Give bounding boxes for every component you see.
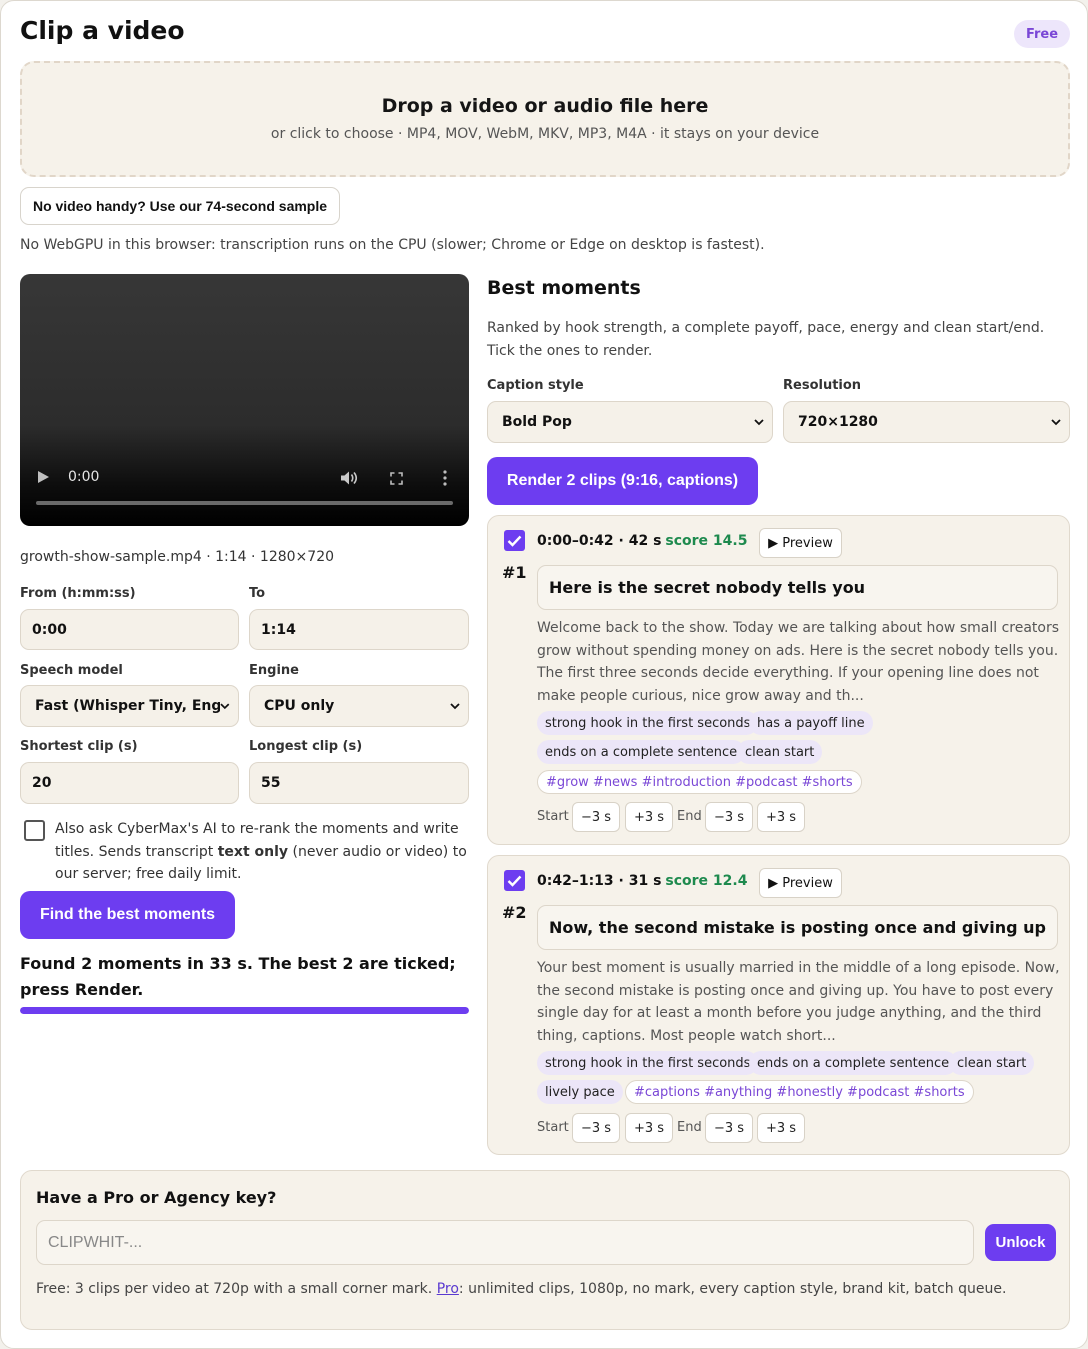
best-moments-title: Best moments [487,277,641,299]
use-sample-button[interactable]: No video handy? Use our 74-second sample [20,187,340,225]
pro-key-title: Have a Pro or Agency key? [36,1188,277,1207]
chevron-down-icon [220,702,230,709]
end-label: End [677,809,702,824]
progress-fill [20,1007,469,1014]
status-message: Found 2 moments in 33 s. The best 2 are … [20,954,456,999]
speech-model-select[interactable]: Fast (Whisper Tiny, Engl [20,685,239,727]
end-minus-button[interactable]: −3 s [705,1113,753,1143]
clip-rank: #2 [502,903,527,922]
more-options-icon[interactable] [443,470,447,486]
reason-tag: lively pace [537,1080,623,1104]
start-minus-button[interactable]: −3 s [572,1113,620,1143]
shortest-clip-label: Shortest clip (s) [20,739,138,754]
video-player[interactable]: 0:00 [20,274,469,526]
end-minus-button[interactable]: −3 s [705,802,753,832]
clip-score: score 14.5 [665,533,748,549]
clip-rank: #1 [502,563,527,582]
checkmark-icon [507,535,522,547]
start-plus-button[interactable]: +3 s [625,1113,673,1143]
preview-button[interactable]: ▶ Preview [759,528,842,558]
longest-clip-label: Longest clip (s) [249,739,363,754]
resolution-select[interactable]: 720×1280 [783,401,1070,443]
reason-tag: has a payoff line [749,711,873,735]
to-label: To [249,586,266,601]
find-moments-button[interactable]: Find the best moments [20,891,235,939]
reason-tag: clean start [737,740,823,764]
clip-time-range: 0:00–0:42 · 42 s score 14.5 [537,533,748,549]
longest-clip-input[interactable]: 55 [249,762,469,804]
ai-rerank-description: Also ask CyberMax's AI to re-rank the mo… [55,821,467,882]
caption-style-value: Bold Pop [502,414,572,430]
reason-tag: strong hook in the first seconds [537,711,759,735]
current-time: 0:00 [68,469,100,485]
webgpu-note: No WebGPU in this browser: transcription… [20,237,765,253]
start-plus-button[interactable]: +3 s [625,802,673,832]
reason-tag: strong hook in the first seconds [537,1051,759,1075]
speech-model-value: Fast (Whisper Tiny, Engl [35,698,221,714]
license-key-input[interactable]: CLIPWHIT-... [36,1220,974,1265]
to-input[interactable]: 1:14 [249,609,469,650]
page-title: Clip a video [20,16,185,45]
start-label: Start [537,1120,569,1135]
volume-icon[interactable] [340,470,358,486]
caption-style-select[interactable]: Bold Pop [487,401,773,443]
file-dropzone[interactable]: Drop a video or audio file here or click… [20,61,1070,177]
reason-tag: clean start [949,1051,1035,1075]
start-label: Start [537,809,569,824]
clip-title-input[interactable]: Here is the secret nobody tells you [537,565,1058,610]
engine-select[interactable]: CPU only [249,685,469,727]
clip-select-checkbox[interactable] [504,530,525,551]
play-icon[interactable] [38,471,49,483]
clip-transcript-excerpt: Welcome back to the show. Today we are t… [537,620,1060,704]
pro-key-panel: Have a Pro or Agency key? CLIPWHIT-... U… [20,1170,1070,1330]
resolution-label: Resolution [783,378,862,393]
ai-rerank-checkbox[interactable] [24,820,45,841]
plan-comparison-note: Free: 3 clips per video at 720p with a s… [36,1281,1007,1297]
start-minus-button[interactable]: −3 s [572,802,620,832]
reason-tag: ends on a complete sentence [537,740,746,764]
fullscreen-icon[interactable] [390,472,403,485]
clip-title-input[interactable]: Now, the second mistake is posting once … [537,905,1058,950]
clip-card: #2 0:42–1:13 · 31 s score 12.4 ▶ Preview … [487,855,1070,1155]
preview-button[interactable]: ▶ Preview [759,868,842,898]
analysis-progress-bar [20,1007,469,1014]
clip-select-checkbox[interactable] [504,870,525,891]
pro-link[interactable]: Pro [437,1281,459,1297]
end-label: End [677,1120,702,1135]
clip-transcript-excerpt: Your best moment is usually married in t… [537,960,1060,1044]
speech-model-label: Speech model [20,663,123,678]
hashtags: #grow #news #introduction #podcast #shor… [537,770,862,794]
file-info: growth-show-sample.mp4 · 1:14 · 1280×720 [20,549,335,565]
chevron-down-icon [450,702,460,709]
resolution-value: 720×1280 [798,414,878,430]
end-plus-button[interactable]: +3 s [757,1113,805,1143]
chevron-down-icon [754,418,764,425]
from-label: From (h:mm:ss) [20,586,136,601]
caption-style-label: Caption style [487,378,584,393]
shortest-clip-input[interactable]: 20 [20,762,239,804]
engine-value: CPU only [264,698,335,714]
app-window: Clip a video Free Drop a video or audio … [0,0,1088,1349]
clip-time-range: 0:42–1:13 · 31 s score 12.4 [537,873,748,889]
chevron-down-icon [1051,418,1061,425]
reason-tag: ends on a complete sentence [749,1051,958,1075]
unlock-button[interactable]: Unlock [985,1224,1056,1261]
hashtags: #captions #anything #honestly #podcast #… [625,1080,974,1104]
dropzone-title: Drop a video or audio file here [381,95,709,117]
clip-score: score 12.4 [665,873,748,889]
checkmark-icon [507,875,522,887]
engine-label: Engine [249,663,299,678]
best-moments-description: Ranked by hook strength, a complete payo… [487,320,1045,359]
plan-badge: Free [1014,20,1070,48]
clip-card: #1 0:00–0:42 · 42 s score 14.5 ▶ Preview … [487,515,1070,845]
dropzone-subtitle: or click to choose · MP4, MOV, WebM, MKV… [270,126,820,142]
from-input[interactable]: 0:00 [20,609,239,650]
render-clips-button[interactable]: Render 2 clips (9:16, captions) [487,457,758,505]
seek-bar[interactable] [36,501,453,505]
end-plus-button[interactable]: +3 s [757,802,805,832]
